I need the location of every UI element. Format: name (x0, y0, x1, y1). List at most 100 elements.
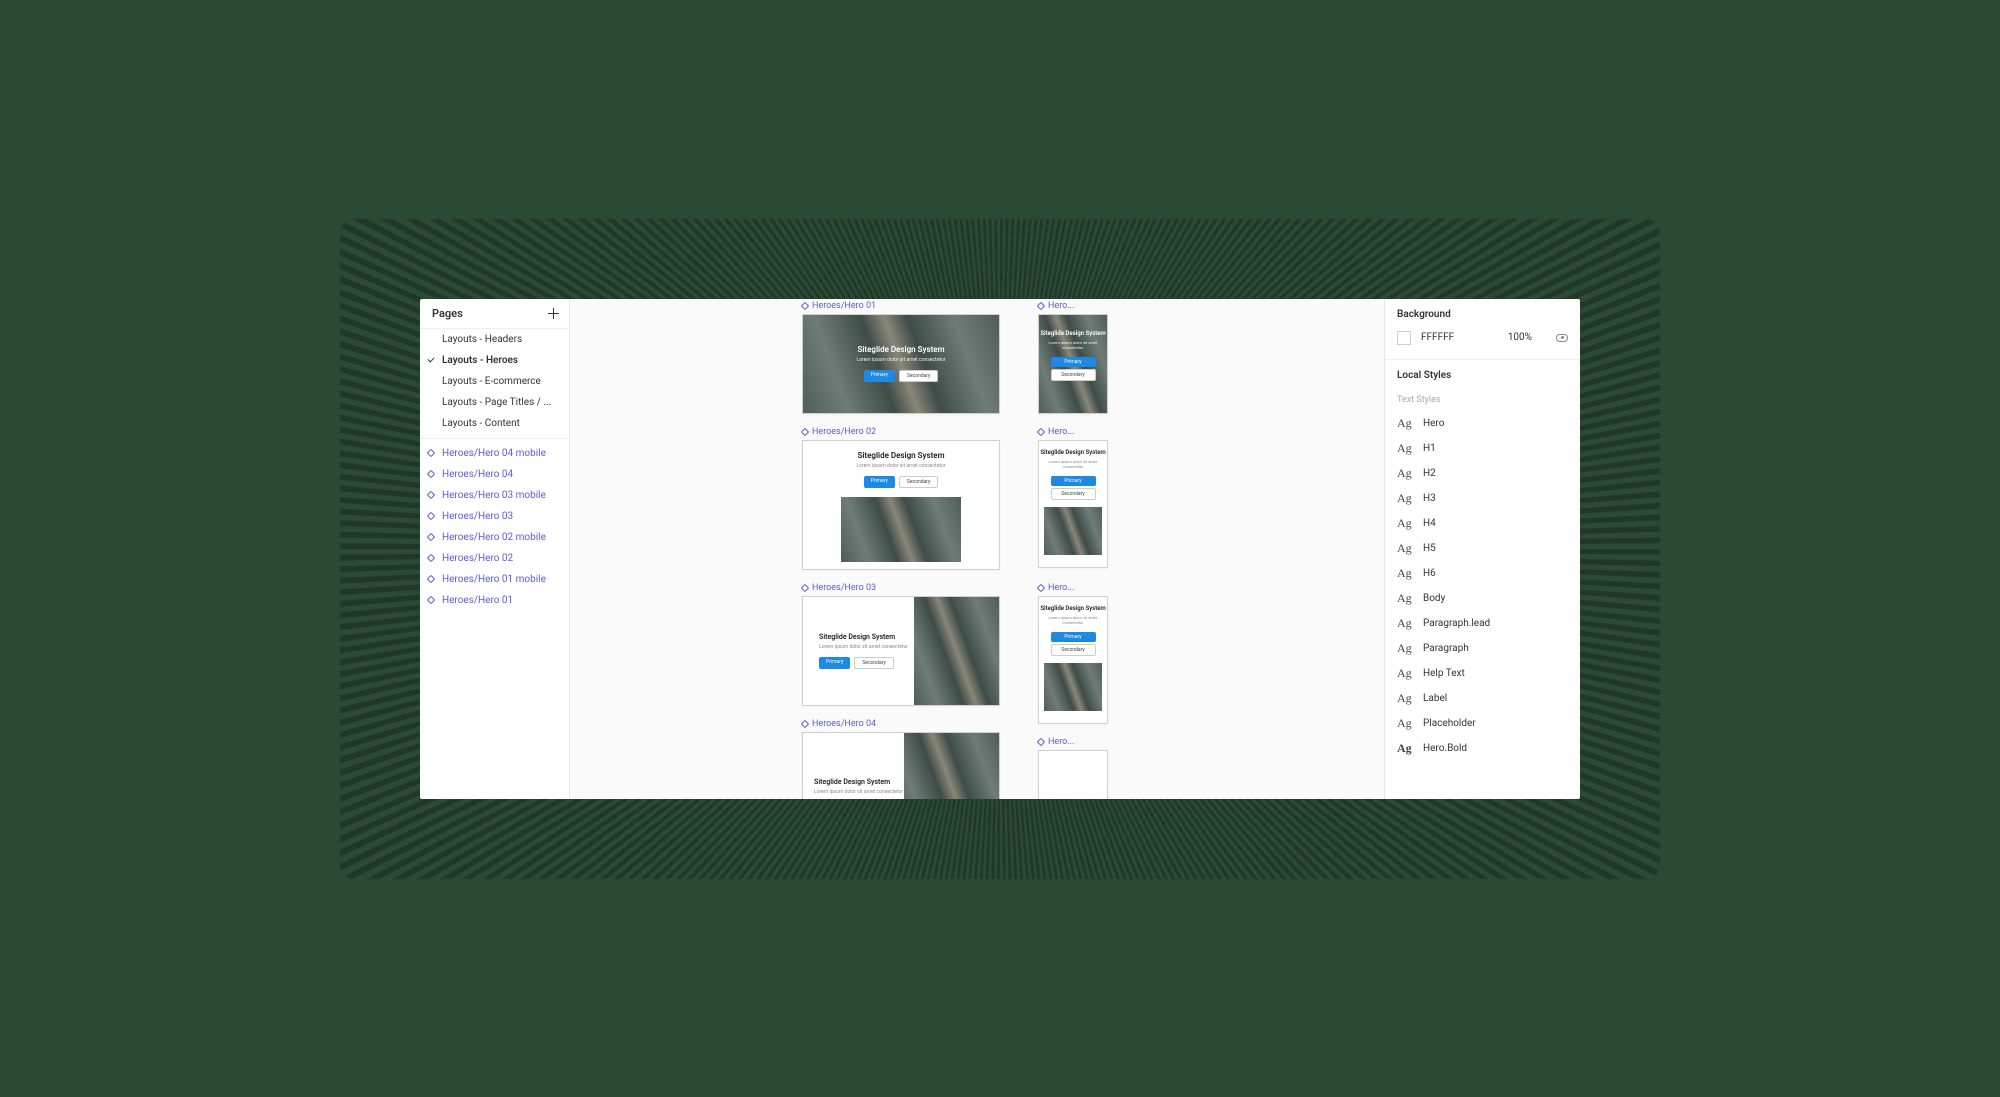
text-style-item[interactable]: AgLabel (1397, 686, 1568, 711)
canvas-frame-label[interactable]: Hero... (1038, 583, 1074, 593)
ag-icon: Ag (1397, 741, 1415, 756)
page-item-ecommerce[interactable]: Layouts - E-commerce (420, 371, 569, 392)
page-item-headers[interactable]: Layouts - Headers (420, 329, 569, 350)
hero-title: Siteglide Design System (1040, 330, 1105, 337)
artboard-hero-03-mobile[interactable]: Siteglide Design System Lorem ipsum dolo… (1038, 596, 1108, 724)
panel-divider (1385, 359, 1580, 360)
text-style-item[interactable]: AgH5 (1397, 536, 1568, 561)
text-style-name: H1 (1423, 443, 1436, 454)
artboard-hero-04-mobile[interactable] (1038, 750, 1108, 799)
cta-primary-button[interactable]: Primary (819, 657, 850, 669)
cta-secondary-button[interactable]: Secondary (1051, 644, 1096, 656)
page-item-page-titles[interactable]: Layouts - Page Titles / ... (420, 392, 569, 413)
component-icon (427, 448, 435, 456)
text-style-item[interactable]: AgH6 (1397, 561, 1568, 586)
artboard-hero-02-mobile[interactable]: Siteglide Design System Lorem ipsum dolo… (1038, 440, 1108, 568)
color-swatch[interactable] (1397, 331, 1411, 345)
canvas-frame-label[interactable]: Hero... (1038, 301, 1074, 311)
text-style-item[interactable]: AgParagraph (1397, 636, 1568, 661)
hero-title: Siteglide Design System (857, 345, 944, 354)
artboard-hero-03[interactable]: Siteglide Design System Lorem ipsum dolo… (802, 596, 1000, 706)
frame-item[interactable]: Heroes/Hero 03 mobile (420, 485, 569, 506)
text-style-item[interactable]: AgParagraph.lead (1397, 611, 1568, 636)
cta-secondary-button[interactable]: Secondary (1051, 488, 1096, 500)
pages-panel: Pages Layouts - Headers Layouts - Heroes… (420, 299, 570, 799)
cta-primary-button[interactable]: Primary (1051, 357, 1096, 367)
canvas-frame-label[interactable]: Heroes/Hero 01 (802, 301, 876, 311)
hero-image (904, 733, 999, 799)
text-style-item[interactable]: Ag Hero.Bold (1397, 736, 1568, 761)
canvas-frame-label-text: Hero... (1048, 301, 1074, 311)
page-item-heroes[interactable]: Layouts - Heroes (420, 350, 569, 371)
page-item-content[interactable]: Layouts - Content (420, 413, 569, 434)
cta-secondary-button[interactable]: Secondary (854, 657, 894, 669)
text-style-name: Placeholder (1423, 718, 1476, 729)
ag-icon: Ag (1397, 641, 1415, 656)
cta-primary-button[interactable]: Primary (864, 476, 895, 488)
canvas-frame-label[interactable]: Heroes/Hero 03 (802, 583, 876, 593)
cta-secondary-button[interactable]: Secondary (899, 476, 939, 488)
text-style-item[interactable]: Ag H4 (1397, 511, 1568, 536)
text-style-item[interactable]: AgH3 (1397, 486, 1568, 511)
frame-item-label: Heroes/Hero 01 mobile (442, 574, 546, 585)
background-fill-row[interactable]: FFFFFF 100% (1397, 328, 1568, 357)
check-icon (427, 356, 435, 364)
cta-secondary-button[interactable]: Secondary (1051, 369, 1096, 381)
frame-item-label: Heroes/Hero 01 (442, 595, 513, 606)
frame-item[interactable]: Heroes/Hero 02 mobile (420, 527, 569, 548)
cta-primary-button[interactable]: Primary (1051, 632, 1096, 642)
text-style-list: AgHero AgH1 AgH2 AgH3 AgH4 AgH5 AgH6 AgB… (1397, 411, 1568, 761)
hero-cta-row: Primary Secondary (864, 476, 939, 488)
frame-item[interactable]: Heroes/Hero 04 mobile (420, 443, 569, 464)
text-style-name: H4 (1423, 518, 1436, 529)
frame-item-label: Heroes/Hero 04 mobile (442, 448, 546, 459)
artboard-hero-01[interactable]: Siteglide Design System Lorem ipsum dolo… (802, 314, 1000, 414)
hero-image (1044, 663, 1102, 711)
text-style-item[interactable]: AgBody (1397, 586, 1568, 611)
text-style-name: Paragraph.lead (1423, 618, 1490, 629)
hero-cta-row: Primary Secondary (1051, 476, 1096, 500)
page-item-label: Layouts - Content (442, 418, 520, 429)
hero-cta-row: Primary Secondary (1051, 632, 1096, 656)
frame-item[interactable]: Heroes/Hero 04 (420, 464, 569, 485)
hero-subtitle: Lorem ipsum dolor sit amet consectetur (814, 789, 903, 795)
artboard-hero-04[interactable]: Siteglide Design System Lorem ipsum dolo… (802, 732, 1000, 799)
text-style-item[interactable]: AgH2 (1397, 461, 1568, 486)
frame-item[interactable]: Heroes/Hero 01 mobile (420, 569, 569, 590)
text-style-item[interactable]: AgPlaceholder (1397, 711, 1568, 736)
ag-icon: Ag (1397, 541, 1415, 556)
canvas-frame-label-text: Heroes/Hero 04 (812, 719, 876, 729)
ag-icon: Ag (1397, 691, 1415, 706)
canvas-frame-label[interactable]: Hero... (1038, 427, 1074, 437)
local-styles-heading: Local Styles (1397, 370, 1568, 381)
canvas-frame-label[interactable]: Heroes/Hero 04 (802, 719, 876, 729)
canvas[interactable]: Heroes/Hero 01 Siteglide Design System L… (570, 299, 1385, 799)
frame-item[interactable]: Heroes/Hero 03 (420, 506, 569, 527)
hero-title: Siteglide Design System (1040, 605, 1105, 612)
inspector-panel: Background FFFFFF 100% Local Styles Text… (1385, 299, 1580, 799)
background-hex[interactable]: FFFFFF (1421, 332, 1454, 343)
text-style-item[interactable]: AgHero (1397, 411, 1568, 436)
canvas-frame-label-text: Hero... (1048, 737, 1074, 747)
canvas-frame-label[interactable]: Heroes/Hero 02 (802, 427, 876, 437)
artboard-hero-02[interactable]: Siteglide Design System Lorem ipsum dolo… (802, 440, 1000, 570)
canvas-frame-label[interactable]: Hero... (1038, 737, 1074, 747)
ag-icon: Ag (1397, 516, 1415, 531)
hero-title: Siteglide Design System (819, 633, 895, 641)
text-style-name: Help Text (1423, 668, 1465, 679)
cta-primary-button[interactable]: Primary (1051, 476, 1096, 486)
artboard-hero-01-mobile[interactable]: Siteglide Design System Lorem ipsum dolo… (1038, 314, 1108, 414)
text-style-name: Hero.Bold (1423, 743, 1467, 754)
add-page-icon[interactable] (548, 308, 559, 319)
cta-secondary-button[interactable]: Secondary (899, 370, 939, 382)
component-icon (801, 719, 809, 727)
cta-primary-button[interactable]: Primary (864, 370, 895, 382)
visibility-toggle-icon[interactable] (1556, 334, 1568, 342)
frame-item[interactable]: Heroes/Hero 02 (420, 548, 569, 569)
frame-item[interactable]: Heroes/Hero 01 (420, 590, 569, 611)
text-style-item[interactable]: AgH1 (1397, 436, 1568, 461)
background-heading: Background (1397, 309, 1568, 320)
background-opacity[interactable]: 100% (1508, 332, 1532, 343)
component-icon (1037, 301, 1045, 309)
text-style-item[interactable]: AgHelp Text (1397, 661, 1568, 686)
